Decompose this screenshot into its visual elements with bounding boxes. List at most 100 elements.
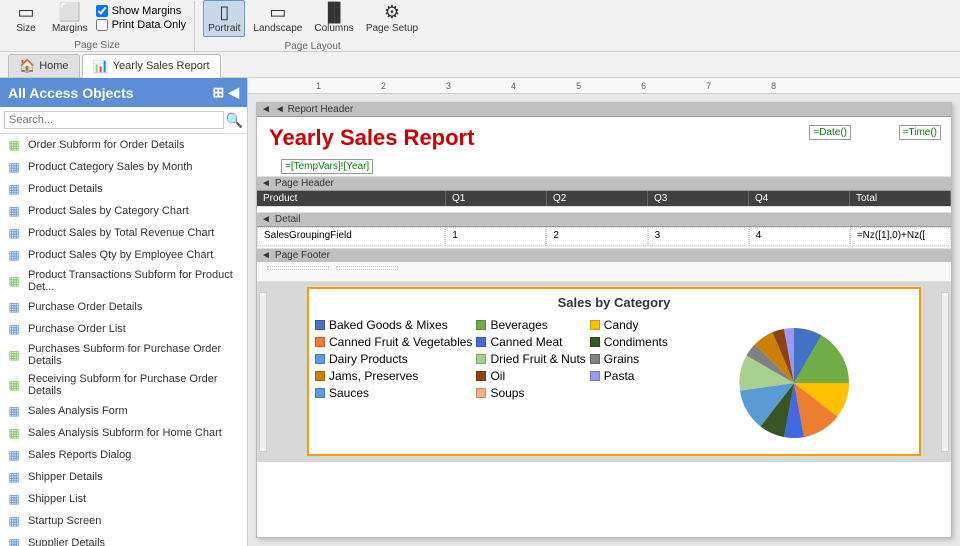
legend-col-3: Candy Condiments Grains	[590, 318, 668, 448]
sidebar-item-product-sales-revenue[interactable]: ▦ Product Sales by Total Revenue Chart	[0, 222, 247, 244]
sidebar-item-label: Shipper List	[28, 493, 86, 505]
sidebar-item-receiving-subform[interactable]: ▦ Receiving Subform for Purchase Order D…	[0, 370, 247, 400]
sidebar-search: 🔍	[0, 107, 247, 134]
margins-icon: ⬜	[59, 3, 81, 21]
report-header-section: ◄ ◄ Report Header Yearly Sales Report =D…	[257, 103, 951, 177]
home-tab-icon: 🏠	[19, 58, 35, 74]
subform-icon: ▦	[6, 347, 22, 363]
sidebar-collapse-icon[interactable]: ◀	[228, 84, 239, 101]
sidebar-item-purchase-order-details[interactable]: ▦ Purchase Order Details	[0, 296, 247, 318]
sidebar-item-sales-analysis-form[interactable]: ▦ Sales Analysis Form	[0, 400, 247, 422]
sidebar-item-shipper-details[interactable]: ▦ Shipper Details	[0, 466, 247, 488]
legend-item-canned-fruit: Canned Fruit & Vegetables	[315, 335, 472, 349]
margins-button[interactable]: ⬜ Margins	[48, 1, 92, 36]
detail-2[interactable]: 2	[546, 227, 647, 246]
legend-color	[315, 337, 325, 347]
sidebar-item-product-sales-category[interactable]: ▦ Product Sales by Category Chart	[0, 200, 247, 222]
form-icon: ▦	[6, 513, 22, 529]
legend-label: Candy	[604, 318, 639, 332]
detail-4[interactable]: 4	[749, 227, 850, 246]
legend-color	[590, 371, 600, 381]
left-margin-indicator	[259, 292, 267, 452]
portrait-label: Portrait	[208, 23, 240, 34]
page-header-section: ◄ Page Header Product Q1 Q2 Q3 Q4 Total	[257, 177, 951, 213]
detail-1[interactable]: 1	[445, 227, 546, 246]
legend-item-condiments: Condiments	[590, 335, 668, 349]
page-setup-button[interactable]: ⚙ Page Setup	[362, 1, 422, 36]
search-input[interactable]	[4, 111, 224, 129]
sidebar-item-startup-screen[interactable]: ▦ Startup Screen	[0, 510, 247, 532]
sidebar-item-order-subform[interactable]: ▦ Order Subform for Order Details	[0, 134, 247, 156]
sidebar-item-purchase-order-list[interactable]: ▦ Purchase Order List	[0, 318, 247, 340]
report-header-label: ◄ ◄ Report Header	[257, 103, 951, 117]
detail-formula[interactable]: =Nz([1],0)+Nz([	[850, 227, 951, 246]
form-icon: ▦	[6, 491, 22, 507]
portrait-button[interactable]: ▯ Portrait	[203, 0, 245, 37]
sidebar-item-label: Sales Analysis Form	[28, 405, 128, 417]
report-header-arrow: ◄	[261, 104, 271, 115]
col-q4: Q4	[749, 191, 850, 206]
sidebar-item-purchases-subform[interactable]: ▦ Purchases Subform for Purchase Order D…	[0, 340, 247, 370]
detail-3[interactable]: 3	[648, 227, 749, 246]
legend-item-oil: Oil	[476, 369, 585, 383]
legend-label: Canned Meat	[490, 335, 562, 349]
chart-body: Baked Goods & Mixes Canned Fruit & Veget…	[315, 318, 913, 448]
sidebar-item-label: Product Sales Qty by Employee Chart	[28, 249, 213, 261]
time-field[interactable]: =Time()	[899, 125, 941, 140]
sidebar-item-product-transactions[interactable]: ▦ Product Transactions Subform for Produ…	[0, 266, 247, 296]
sidebar-item-product-sales-qty[interactable]: ▦ Product Sales Qty by Employee Chart	[0, 244, 247, 266]
date-field[interactable]: =Date()	[809, 125, 851, 140]
landscape-button[interactable]: ▭ Landscape	[249, 1, 306, 36]
legend-label: Condiments	[604, 335, 668, 349]
form-icon: ▦	[6, 321, 22, 337]
legend-item-baked-goods: Baked Goods & Mixes	[315, 318, 472, 332]
print-data-only-label: Print Data Only	[112, 19, 187, 31]
sidebar-item-sales-reports-dialog[interactable]: ▦ Sales Reports Dialog	[0, 444, 247, 466]
size-label: Size	[16, 23, 35, 34]
legend-color	[590, 354, 600, 364]
detail-grouping-field[interactable]: SalesGroupingField	[257, 227, 445, 246]
page-header-label: ◄ Page Header	[257, 177, 951, 191]
page-setup-label: Page Setup	[366, 23, 418, 34]
sidebar-title-text: All Access Objects	[8, 85, 134, 101]
sidebar-item-sales-analysis-subform[interactable]: ▦ Sales Analysis Subform for Home Chart	[0, 422, 247, 444]
page-setup-icon: ⚙	[384, 3, 400, 21]
chart-svg-area	[676, 318, 913, 448]
size-button[interactable]: ▭ Size	[8, 1, 44, 36]
legend-color	[590, 337, 600, 347]
page-footer-content	[257, 262, 951, 277]
report-chart-area: Sales by Category Baked Goods & Mixes	[257, 282, 951, 462]
legend-col-1: Baked Goods & Mixes Canned Fruit & Veget…	[315, 318, 472, 448]
show-margins-label: Show Margins	[112, 5, 182, 17]
sidebar-item-supplier-details[interactable]: ▦ Supplier Details	[0, 532, 247, 546]
sidebar-item-shipper-list[interactable]: ▦ Shipper List	[0, 488, 247, 510]
legend-item-soups: Soups	[476, 386, 585, 400]
tab-home[interactable]: 🏠 Home	[8, 54, 80, 77]
legend-item-dairy: Dairy Products	[315, 352, 472, 366]
columns-button[interactable]: ▐▌ Columns	[310, 1, 357, 36]
tab-yearly-sales[interactable]: 📊 Yearly Sales Report	[82, 54, 221, 78]
sidebar-expand-icon[interactable]: ⊞	[212, 84, 224, 101]
detail-row: SalesGroupingField 1 2 3 4 =Nz([1],0)+Nz…	[257, 227, 951, 247]
year-field[interactable]: =[TempVars]![Year]	[281, 159, 373, 174]
page-layout-group-label: Page Layout	[203, 41, 422, 52]
page-size-group-label: Page Size	[8, 40, 186, 51]
ruler: 1 2 3 4 5 6 7 8	[248, 78, 960, 94]
legend-label: Sauces	[329, 386, 369, 400]
sidebar-title-icons: ⊞ ◀	[212, 84, 239, 101]
detail-section: ◄ Detail SalesGroupingField 1 2 3 4 =Nz(…	[257, 213, 951, 249]
sidebar-item-label: Product Sales by Total Revenue Chart	[28, 227, 214, 239]
page-size-checkboxes: Show Margins Print Data Only	[96, 5, 187, 31]
yearly-sales-tab-label: Yearly Sales Report	[113, 60, 210, 72]
subform-icon: ▦	[6, 273, 22, 289]
sidebar-item-product-category-sales[interactable]: ▦ Product Category Sales by Month	[0, 156, 247, 178]
legend-color	[476, 354, 486, 364]
sidebar-item-product-details[interactable]: ▦ Product Details	[0, 178, 247, 200]
show-margins-checkbox[interactable]	[96, 5, 108, 17]
page-footer-label: ◄ Page Footer	[257, 249, 951, 262]
legend-label: Oil	[490, 369, 505, 383]
sidebar-item-label: Purchase Order List	[28, 323, 126, 335]
print-data-only-checkbox[interactable]	[96, 19, 108, 31]
sidebar-item-label: Sales Analysis Subform for Home Chart	[28, 427, 222, 439]
tab-bar: 🏠 Home 📊 Yearly Sales Report	[0, 52, 960, 78]
